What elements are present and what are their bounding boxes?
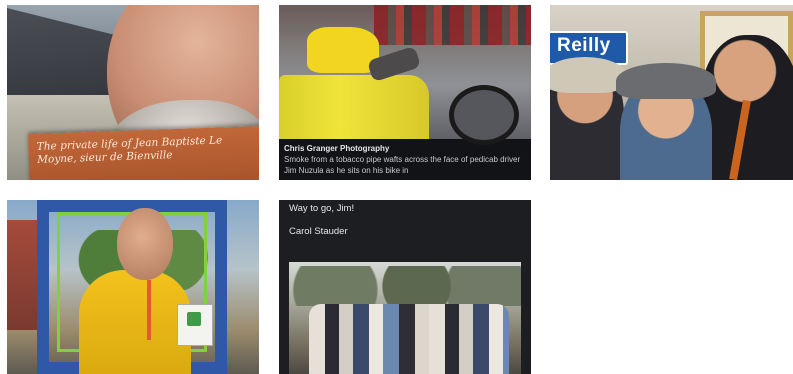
photo-tile-4[interactable] <box>7 200 259 374</box>
head <box>117 208 173 280</box>
caption-body: Smoke from a tobacco pipe wafts across t… <box>284 155 521 175</box>
post-tile-5[interactable]: Way to go, Jim! Carol Stauder <box>279 200 531 374</box>
badge-logo-icon <box>187 312 201 326</box>
post-message: Way to go, Jim! <box>289 203 355 214</box>
photo-tile-1[interactable]: The private life of Jean Baptiste Le Moy… <box>7 5 259 180</box>
hat-center <box>616 63 716 99</box>
photo-tile-3[interactable]: Reilly <box>550 5 793 180</box>
photo-tile-2[interactable]: Chris Granger Photography Smoke from a t… <box>279 5 531 180</box>
lanyard <box>147 280 151 340</box>
yellow-shirt <box>79 270 191 374</box>
bike-wheel <box>449 85 519 145</box>
group-people <box>309 304 509 374</box>
photo-caption: Chris Granger Photography Smoke from a t… <box>284 143 528 176</box>
caption-title: Chris Granger Photography <box>284 144 390 153</box>
group-photo-trees <box>289 266 521 306</box>
photo-grid: The private life of Jean Baptiste Le Moy… <box>0 0 793 374</box>
background-crowd <box>374 5 531 45</box>
post-author: Carol Stauder <box>289 226 348 237</box>
hat-left <box>550 57 626 93</box>
pedicab <box>279 75 429 139</box>
street-sign-text: Reilly <box>557 35 611 56</box>
